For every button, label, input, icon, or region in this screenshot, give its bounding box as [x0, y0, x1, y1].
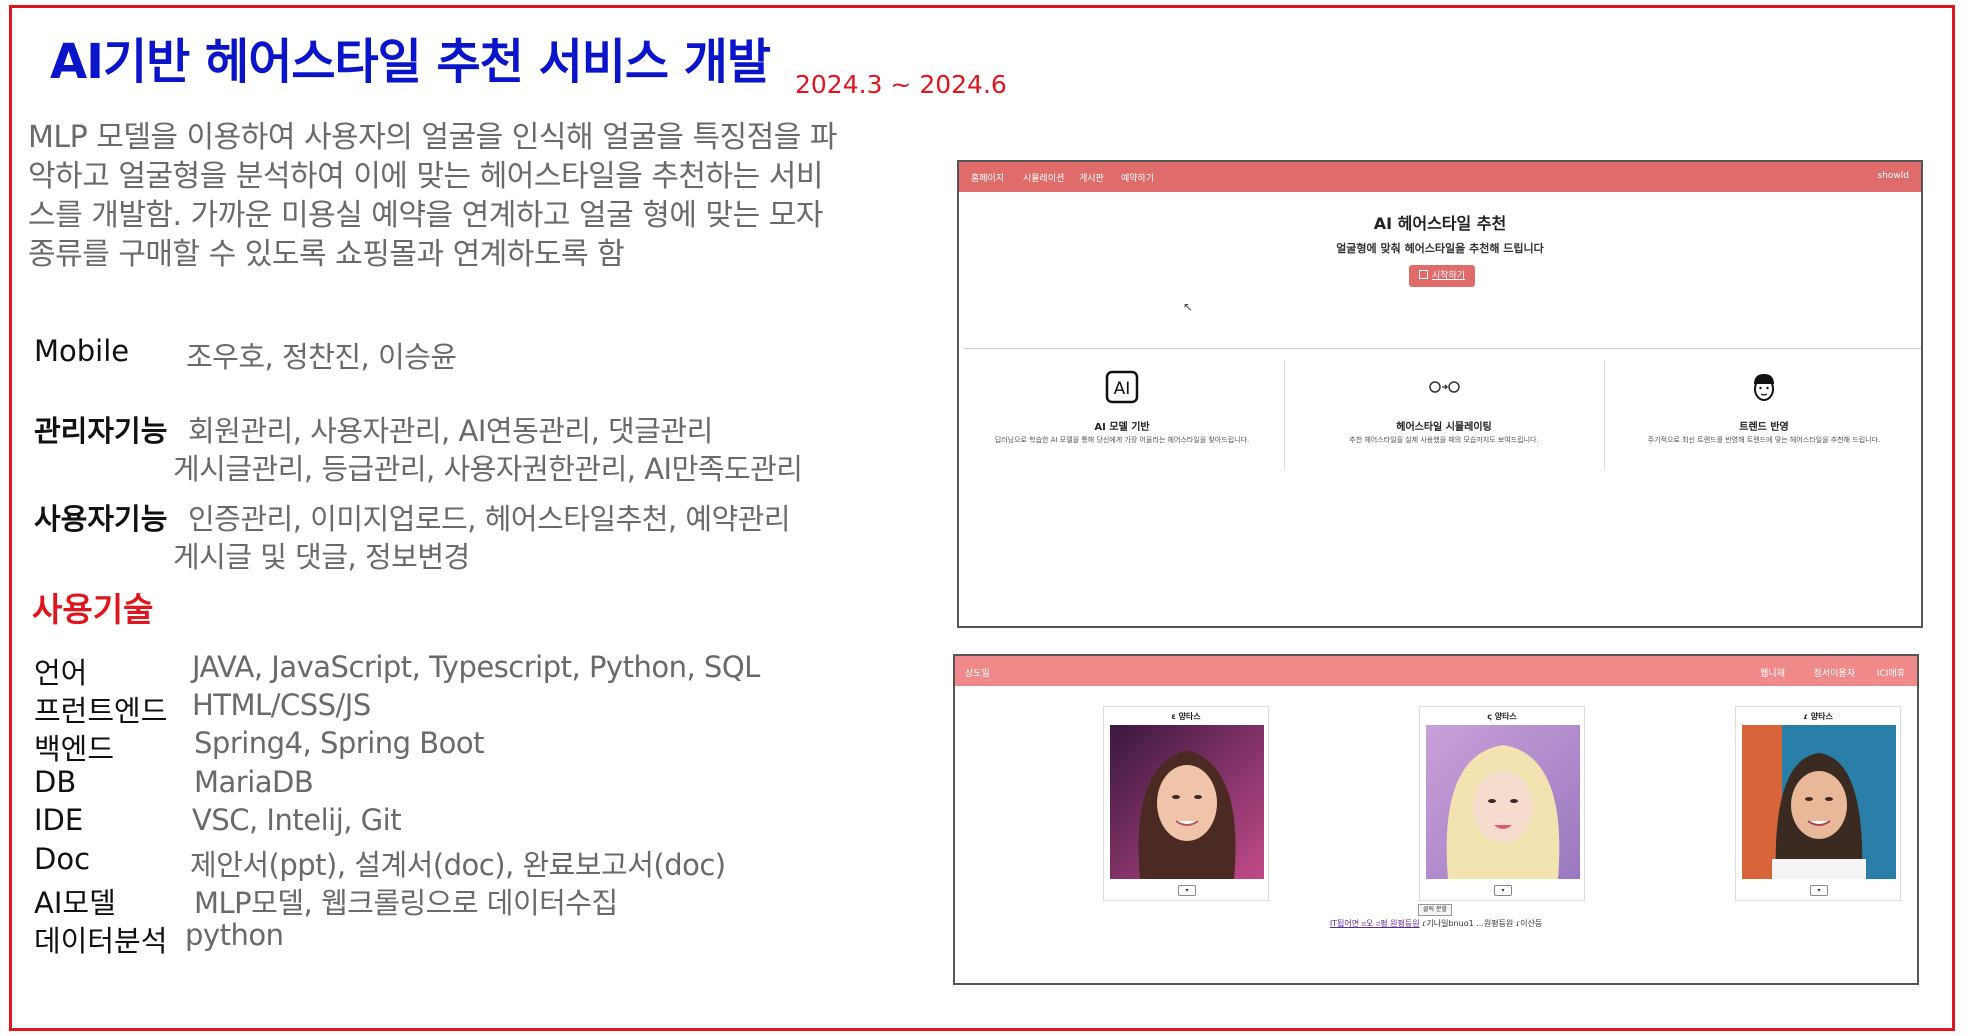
- tech-value: VSC, Intelij, Git: [192, 803, 402, 837]
- project-period: 2024.3 ~ 2024.6: [795, 70, 1007, 99]
- section-divider: [963, 348, 1921, 349]
- tech-value: Spring4, Spring Boot: [194, 726, 485, 760]
- select-dropdown[interactable]: ▾: [1810, 885, 1828, 896]
- start-button[interactable]: 시작하기: [1409, 265, 1475, 287]
- ai-chip-icon: AI: [1105, 370, 1139, 404]
- face-photo: [1742, 725, 1896, 879]
- feature-desc: 추천 헤어스타일을 실제 사용했을 때의 모습까지도 보여드립니다.: [1349, 436, 1539, 444]
- admin-label: 관리자기능: [34, 414, 168, 448]
- tech-label: 언어: [34, 656, 88, 690]
- nav-item[interactable]: 정서이용자: [1814, 666, 1855, 679]
- svg-text:AI: AI: [1114, 379, 1131, 399]
- team-label: Mobile: [34, 334, 130, 368]
- nav-item[interactable]: ICI애휴: [1877, 666, 1905, 679]
- card-label: ε 양타스: [1171, 712, 1201, 721]
- select-dropdown[interactable]: ▾: [1178, 885, 1196, 896]
- start-icon: [1418, 270, 1428, 279]
- nav-item[interactable]: 웹니재: [1760, 666, 1785, 679]
- nav-item-user[interactable]: showld: [1878, 171, 1909, 181]
- select-dropdown[interactable]: ▾: [1494, 885, 1512, 896]
- hero-heading: AI 헤어스타일 추천: [1373, 214, 1507, 233]
- tech-label: IDE: [34, 803, 84, 837]
- tech-value: HTML/CSS/JS: [192, 688, 371, 722]
- admin-features-line1: 회원관리, 사용자관리, AI연동관리, 댓글관리: [188, 414, 713, 448]
- tech-value: MariaDB: [194, 765, 314, 799]
- nav-item-simulation[interactable]: 시뮬레이션: [1023, 171, 1064, 184]
- person-face-icon: [1754, 374, 1774, 401]
- tech-label: Doc: [34, 842, 91, 876]
- mouse-cursor-icon: ↖: [1183, 300, 1194, 314]
- tooltip: 클릭 분할: [1418, 904, 1452, 916]
- face-photo: [1426, 725, 1580, 879]
- feature-desc: 주기적으로 최신 트렌드를 반영해 트렌드에 맞는 헤어스타일을 추천해 드립니…: [1647, 436, 1881, 444]
- tech-label: 데이터분석: [34, 924, 168, 958]
- nav-item-reservation[interactable]: 예약하기: [1121, 171, 1154, 184]
- feature-card-ai: AI AI 모델 기반 딥러닝으로 학습한 AI 모델을 통해 당신에게 가장 …: [963, 362, 1281, 472]
- tech-heading: 사용기술: [32, 590, 154, 629]
- nav-item-home[interactable]: 홈페이지: [971, 171, 1004, 184]
- face-photo: [1110, 725, 1264, 879]
- page-title: AI기반 헤어스타일 추천 서비스 개발: [50, 34, 771, 90]
- result-card[interactable]: ɾ 양타스 ▾: [1735, 706, 1901, 901]
- start-button-label: 시작하기: [1431, 271, 1466, 281]
- hero-subheading: 얼굴형에 맞춰 헤어스타일을 추천해 드립니다: [1336, 242, 1544, 255]
- tech-value: JAVA, JavaScript, Typescript, Python, SQ…: [192, 650, 760, 684]
- team-members: 조우호, 정찬진, 이승윤: [186, 340, 457, 374]
- main-navbar: 홈페이지 시뮬레이션 게시판 예약하기 showld: [959, 162, 1921, 192]
- tech-value: python: [185, 918, 284, 952]
- card-label: ς 양타스: [1487, 712, 1517, 721]
- tech-label: AI모델: [34, 886, 116, 920]
- footer-link[interactable]: IT됩어면 ಠ오 ನ평 원평등원: [1330, 919, 1420, 928]
- card-label: ɾ 양타스: [1803, 712, 1833, 721]
- nav-logo[interactable]: 상도일: [965, 666, 990, 679]
- admin-features-line2: 게시글관리, 등급관리, 사용자권한관리, AI만족도관리: [173, 452, 803, 486]
- user-label: 사용자기능: [34, 502, 168, 536]
- nav-item-board[interactable]: 게시판: [1079, 171, 1104, 184]
- face-swap-icon: [1429, 381, 1460, 393]
- project-description: MLP 모델을 이용하여 사용자의 얼굴을 인식해 얼굴을 특징점을 파악하고 …: [28, 120, 837, 272]
- user-features-line1: 인증관리, 이미지업로드, 헤어스타일추천, 예약관리: [188, 502, 791, 536]
- screenshot-main-page: 홈페이지 시뮬레이션 게시판 예약하기 showld AI 헤어스타일 추천 얼…: [957, 160, 1923, 628]
- feature-title: AI 모델 기반: [1094, 422, 1150, 433]
- footer-text: ɾ기나일bnuo1 ...원평등원 ɾ이산등: [1422, 919, 1543, 928]
- result-navbar: 상도일 웹니재 정서이용자 ICI애휴: [955, 656, 1917, 686]
- feature-card-trend: 트렌드 반영 주기적으로 최신 트렌드를 반영해 트렌드에 맞는 헤어스타일을 …: [1605, 362, 1921, 472]
- feature-title: 헤어스타일 시뮬레이팅: [1396, 422, 1492, 433]
- result-footer: IT됩어면 ಠ오 ನ평 원평등원 ɾ기나일bnuo1 ...원평등원 ɾ이산등: [955, 918, 1917, 929]
- feature-card-simulation: 헤어스타일 시뮬레이팅 추천 헤어스타일을 실제 사용했을 때의 모습까지도 보…: [1285, 362, 1603, 472]
- tech-value: MLP모델, 웹크롤링으로 데이터수집: [194, 886, 618, 920]
- result-card[interactable]: ς 양타스 ▾: [1419, 706, 1585, 901]
- feature-title: 트렌드 반영: [1739, 422, 1789, 433]
- tech-label: 백엔드: [34, 732, 115, 766]
- tech-value: 제안서(ppt), 설계서(doc), 완료보고서(doc): [190, 848, 726, 882]
- screenshot-result-page: 상도일 웹니재 정서이용자 ICI애휴 ε 양타스 ▾ ς 양타스 ▾ ɾ 양타…: [953, 654, 1919, 985]
- tech-label: DB: [34, 765, 77, 799]
- user-features-line2: 게시글 및 댓글, 정보변경: [173, 540, 470, 574]
- tech-label: 프런트엔드: [34, 694, 168, 728]
- result-card[interactable]: ε 양타스 ▾: [1103, 706, 1269, 901]
- feature-desc: 딥러닝으로 학습한 AI 모델을 통해 당신에게 가장 어울리는 헤어스타일을 …: [994, 436, 1250, 444]
